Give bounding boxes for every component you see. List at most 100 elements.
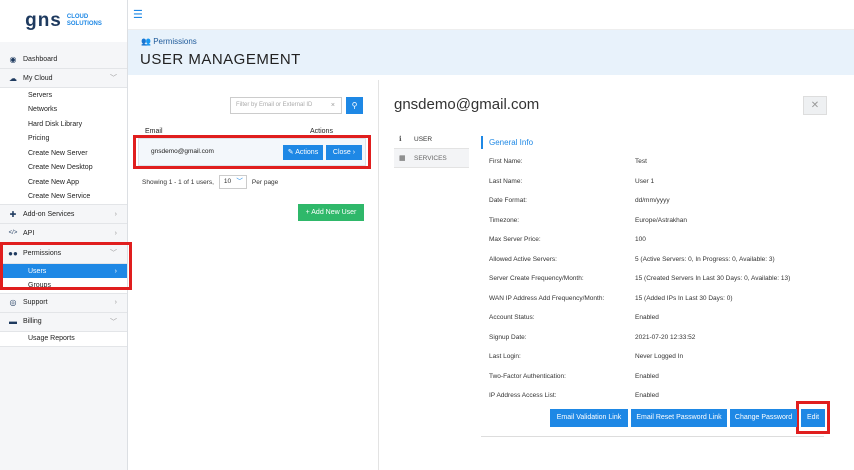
submenu-create-new-desktop[interactable]: Create New Desktop — [0, 161, 127, 176]
top-bar: ☰ — [128, 0, 854, 30]
submenu-usage-reports[interactable]: Usage Reports — [0, 332, 127, 347]
sidebar-item-billing[interactable]: ▬ Billing ﹀ — [0, 313, 127, 332]
email-validation-link-button[interactable]: Email Validation Link — [550, 409, 628, 427]
user-email: gnsdemo@gmail.com — [151, 148, 214, 155]
clear-icon[interactable]: × — [331, 98, 335, 113]
billing-submenu: Usage Reports — [0, 331, 127, 347]
submenu-servers[interactable]: Servers — [0, 88, 127, 103]
breadcrumb[interactable]: 👥 Permissions — [141, 37, 197, 46]
info-key: IP Address Access List: — [489, 392, 557, 399]
page-header: 👥 Permissions USER MANAGEMENT — [128, 30, 854, 75]
submenu-hard-disk-library[interactable]: Hard Disk Library — [0, 117, 127, 132]
info-value: Enabled — [635, 314, 659, 321]
info-value: Enabled — [635, 392, 659, 399]
logo-brand: gns — [25, 10, 62, 31]
sidebar-nav: ◉ Dashboard ☁ My Cloud ﹀ Servers Network… — [0, 50, 127, 347]
info-key: Last Login: — [489, 353, 521, 360]
per-page-value: 10 — [223, 178, 232, 185]
cloud-icon: ☁ — [9, 73, 17, 83]
info-key: Timezone: — [489, 216, 520, 224]
submenu-create-new-service[interactable]: Create New Service — [0, 190, 127, 205]
detail-tabs: ℹ USER ▦ SERVICES — [394, 130, 469, 168]
info-icon: ℹ — [399, 136, 402, 143]
search-button[interactable]: ⚲ — [346, 97, 363, 114]
chevron-right-icon: › — [352, 149, 356, 156]
sidebar-item-api[interactable]: </> API › — [0, 224, 127, 243]
sidebar-item-my-cloud[interactable]: ☁ My Cloud ﹀ — [0, 69, 127, 88]
info-value: Never Logged In — [635, 353, 684, 360]
filter-placeholder: Filter by Email or External ID — [236, 102, 313, 108]
info-key: Date Format: — [489, 197, 527, 204]
breadcrumb-label: Permissions — [153, 37, 197, 46]
info-value: Enabled — [635, 372, 659, 380]
column-header-actions: Actions — [310, 128, 333, 135]
dashboard-icon: ◉ — [9, 54, 17, 64]
per-page-select[interactable]: 10 ﹀ — [218, 175, 247, 189]
info-key: Two-Factor Authentication: — [489, 372, 566, 380]
info-key: Signup Date: — [489, 333, 527, 341]
info-key: Max Server Price: — [489, 236, 541, 243]
sidebar-item-label: Support — [23, 299, 48, 306]
highlight-box-permissions — [0, 242, 132, 290]
submenu-pricing[interactable]: Pricing — [0, 132, 127, 147]
info-key: First Name: — [489, 158, 523, 165]
tab-user[interactable]: ℹ USER — [394, 130, 469, 149]
info-value: 2021-07-20 12:33:52 — [635, 333, 696, 341]
change-password-button[interactable]: Change Password — [730, 409, 797, 427]
actions-label: Actions — [295, 149, 319, 156]
detail-title: gnsdemo@gmail.com — [394, 96, 540, 113]
add-new-user-button[interactable]: + Add New User — [298, 204, 364, 221]
chevron-down-icon: ﹀ — [110, 318, 117, 326]
info-value: Europe/Astrakhan — [635, 216, 688, 224]
sidebar-item-label: Billing — [23, 318, 42, 325]
logo-tag-cloud: CLOUD — [66, 14, 89, 20]
submenu-networks[interactable]: Networks — [0, 103, 127, 118]
submenu-create-new-app[interactable]: Create New App — [0, 175, 127, 190]
close-label: Close — [332, 149, 351, 156]
edit-button[interactable]: Edit — [801, 409, 825, 427]
hamburger-menu-icon[interactable]: ☰ — [133, 8, 143, 21]
sidebar-item-label: Dashboard — [23, 55, 58, 63]
info-key: WAN IP Address Add Frequency/Month: — [489, 294, 605, 302]
divider — [481, 436, 824, 437]
info-key: Allowed Active Servers: — [489, 255, 557, 263]
users-icon: 👥 — [141, 37, 151, 46]
sidebar-item-dashboard[interactable]: ◉ Dashboard — [0, 50, 127, 69]
section-title: General Info — [481, 136, 533, 149]
support-icon: ◎ — [9, 298, 17, 307]
info-value: 15 (Created Servers In Last 30 Days: 0, … — [635, 275, 791, 282]
info-key: Account Status: — [489, 314, 535, 321]
email-reset-password-link-button[interactable]: Email Reset Password Link — [631, 409, 727, 427]
search-icon: ⚲ — [351, 101, 358, 110]
info-value: Test — [635, 158, 647, 165]
chevron-right-icon: › — [114, 299, 117, 306]
filter-input[interactable]: Filter by Email or External ID × — [230, 97, 342, 114]
sidebar-item-addon-services[interactable]: ✚ Add-on Services › — [0, 205, 127, 224]
info-value: 5 (Active Servers: 0, In Progress: 0, Av… — [635, 255, 775, 263]
sidebar-item-support[interactable]: ◎ Support › — [0, 294, 127, 313]
actions-button[interactable]: ✎ Actions — [283, 145, 323, 160]
my-cloud-submenu: Servers Networks Hard Disk Library Prici… — [0, 88, 127, 205]
sidebar-item-label: API — [23, 229, 35, 237]
sidebar: gns CLOUD SOLUTIONS ◉ Dashboard ☁ My Clou… — [0, 0, 128, 470]
card-icon: ▬ — [9, 317, 17, 326]
logo[interactable]: gns CLOUD SOLUTIONS — [0, 0, 127, 42]
table-row[interactable]: gnsdemo@gmail.com ✎ Actions Close › — [138, 138, 366, 166]
pagination-info: Showing 1 - 1 of 1 users, 10 ﹀ Per page — [142, 175, 278, 189]
chevron-right-icon: › — [114, 229, 117, 237]
grid-icon: ▦ — [399, 155, 406, 162]
tab-services[interactable]: ▦ SERVICES — [394, 149, 469, 168]
chevron-down-icon: ﹀ — [110, 75, 117, 82]
info-value: dd/mm/yyyy — [635, 197, 670, 204]
close-detail-button[interactable]: ✕ — [803, 96, 827, 115]
info-value: User 1 — [635, 177, 655, 185]
code-icon: </> — [8, 230, 18, 236]
column-header-email: Email — [145, 128, 163, 135]
chevron-right-icon: › — [114, 210, 117, 218]
info-value: 100 — [635, 236, 646, 243]
close-button[interactable]: Close › — [326, 145, 362, 160]
info-value: 15 (Added IPs In Last 30 Days: 0) — [635, 294, 733, 302]
submenu-create-new-server[interactable]: Create New Server — [0, 146, 127, 161]
tab-label: SERVICES — [414, 154, 447, 162]
info-key: Last Name: — [489, 177, 523, 185]
